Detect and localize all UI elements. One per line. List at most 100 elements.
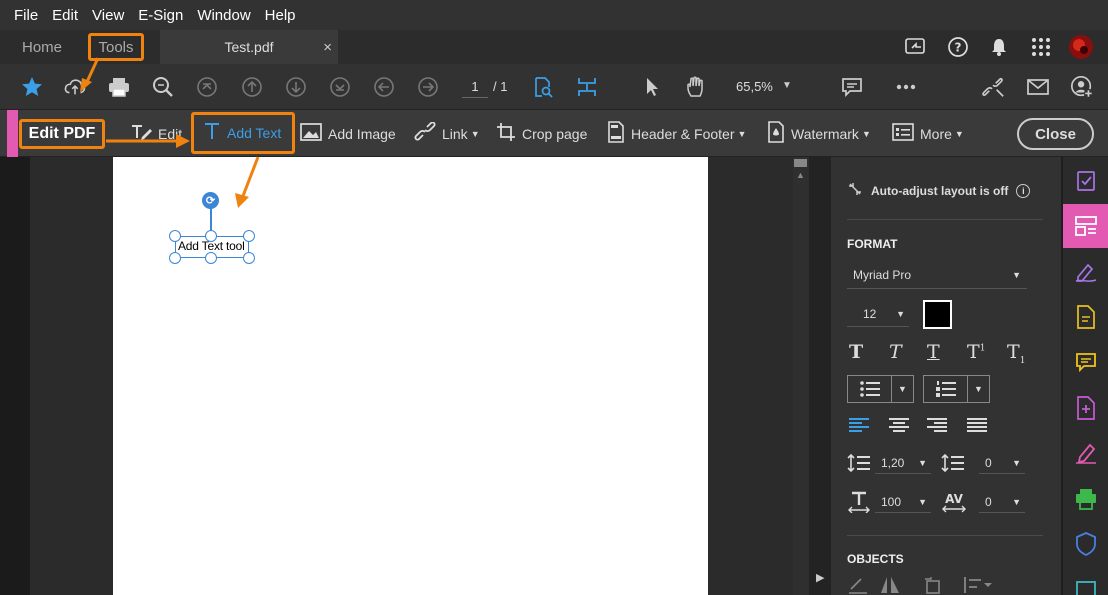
subscript-icon[interactable]: T1 — [1007, 341, 1025, 366]
add-image-button[interactable]: Add Image — [300, 120, 396, 148]
share-link-icon[interactable] — [981, 75, 1005, 99]
forward-view-icon[interactable] — [416, 75, 440, 99]
fill-and-sign-icon[interactable] — [1074, 441, 1098, 465]
scroll-up-icon[interactable]: ▲ — [796, 170, 805, 180]
fit-page-icon[interactable] — [575, 75, 599, 99]
comment-tool-icon[interactable] — [1074, 350, 1098, 374]
auto-adjust-row[interactable]: Auto-adjust layout is off i — [847, 181, 1031, 200]
collapse-panel-icon[interactable]: ▶ — [816, 571, 824, 584]
apps-grid-icon[interactable] — [1031, 30, 1051, 64]
vertical-scrollbar[interactable]: ▲ — [793, 157, 809, 595]
sign-pen-icon[interactable] — [1074, 259, 1098, 283]
export-pdf-icon[interactable] — [1074, 305, 1098, 329]
more-button[interactable]: More ▼ — [892, 120, 964, 148]
next-page-icon[interactable] — [284, 75, 308, 99]
more-options-icon[interactable] — [894, 75, 918, 99]
align-justify-icon[interactable] — [967, 417, 987, 438]
print-production-icon[interactable] — [1074, 487, 1098, 511]
close-tab-icon[interactable]: × — [323, 39, 332, 56]
back-view-icon[interactable] — [372, 75, 396, 99]
svg-text:?: ? — [955, 41, 962, 55]
comment-icon[interactable] — [840, 75, 864, 99]
zoom-value[interactable]: 65,5% — [736, 79, 773, 94]
cloud-upload-icon[interactable] — [63, 75, 87, 99]
avatar[interactable] — [1068, 30, 1094, 64]
select-cursor-icon[interactable] — [640, 75, 664, 99]
tab-tools[interactable]: Tools — [88, 33, 144, 61]
help-icon[interactable]: ? — [947, 30, 969, 64]
edit-pdf-title: Edit PDF — [19, 119, 105, 149]
fill-sign-checklist-icon[interactable] — [1074, 169, 1098, 193]
bullet-list-dropdown-icon[interactable]: ▼ — [892, 376, 913, 402]
panel-divider-objects — [847, 535, 1043, 536]
print-icon[interactable] — [107, 75, 131, 99]
find-page-icon[interactable] — [531, 75, 555, 99]
align-left-icon[interactable] — [849, 417, 869, 438]
menu-edit[interactable]: Edit — [52, 7, 78, 24]
zoom-dropdown-icon[interactable]: ▼ — [782, 80, 792, 91]
info-icon[interactable]: i — [1016, 183, 1031, 198]
menu-window[interactable]: Window — [197, 7, 250, 24]
scrollbar-thumb[interactable] — [794, 159, 807, 167]
last-page-icon[interactable] — [328, 75, 352, 99]
tab-home[interactable]: Home — [22, 30, 62, 64]
bell-icon[interactable] — [989, 30, 1009, 64]
resize-handle-top-right[interactable] — [243, 230, 255, 242]
underline-icon[interactable]: T — [927, 341, 940, 363]
menu-help[interactable]: Help — [265, 7, 296, 24]
add-text-button[interactable]: Add Text — [191, 112, 295, 154]
crop-icon — [496, 122, 516, 147]
email-icon[interactable] — [1026, 75, 1050, 99]
hand-tool-icon[interactable] — [684, 75, 708, 99]
font-family-select[interactable]: Myriad Pro ▼ — [847, 261, 1027, 289]
menu-esign[interactable]: E-Sign — [138, 7, 183, 24]
paragraph-spacing-select[interactable]: 0 ▼ — [979, 452, 1025, 474]
font-size-select[interactable]: 12 ▼ — [847, 301, 909, 327]
more-tools-icon[interactable] — [1074, 577, 1098, 595]
first-page-icon[interactable] — [195, 75, 219, 99]
align-center-icon[interactable] — [889, 417, 909, 438]
close-button[interactable]: Close — [1017, 118, 1094, 150]
numbered-list-dropdown-icon[interactable]: ▼ — [968, 376, 989, 402]
bold-icon[interactable]: T — [849, 341, 863, 363]
link-button[interactable]: Link ▼ — [414, 120, 480, 148]
right-tools-bar — [1062, 157, 1108, 595]
edit-pdf-tool-icon[interactable] — [1074, 214, 1098, 238]
resize-handle-top-left[interactable] — [169, 230, 181, 242]
watermark-button[interactable]: Watermark ▼ — [767, 120, 871, 148]
menu-file[interactable]: File — [14, 7, 38, 24]
menu-view[interactable]: View — [92, 7, 124, 24]
superscript-icon[interactable]: T1 — [967, 341, 985, 363]
header-footer-caret-icon: ▼ — [737, 129, 747, 139]
crop-page-button[interactable]: Crop page — [496, 120, 587, 148]
pdf-page[interactable] — [113, 157, 708, 595]
resize-handle-bottom-right[interactable] — [243, 252, 255, 264]
more-list-icon — [892, 122, 914, 146]
numbered-list-control[interactable]: ▼ — [923, 375, 990, 403]
zoom-search-icon[interactable] — [151, 75, 175, 99]
tab-document[interactable]: Test.pdf × — [160, 30, 338, 64]
previous-page-icon[interactable] — [240, 75, 264, 99]
horizontal-scale-select[interactable]: 100 ▼ — [875, 491, 931, 513]
character-spacing-select[interactable]: 0 ▼ — [979, 491, 1025, 513]
align-right-icon[interactable] — [927, 417, 947, 438]
rotate-handle-icon[interactable]: ⟳ — [202, 192, 219, 209]
line-spacing-select[interactable]: 1,20 ▼ — [875, 452, 931, 474]
link-label: Link — [442, 126, 468, 142]
italic-icon[interactable]: T — [889, 341, 902, 363]
resize-handle-bottom[interactable] — [205, 252, 217, 264]
star-icon[interactable] — [20, 75, 44, 99]
create-pdf-icon[interactable] — [1074, 396, 1098, 420]
share-screen-icon[interactable] — [904, 30, 928, 64]
resize-handle-top[interactable] — [205, 230, 217, 242]
header-footer-button[interactable]: Header & Footer ▼ — [607, 120, 746, 148]
text-color-swatch[interactable] — [923, 300, 952, 329]
bullet-list-icon[interactable] — [848, 376, 892, 402]
edit-tool-button[interactable]: Edit — [130, 120, 182, 148]
protect-shield-icon[interactable] — [1074, 532, 1098, 556]
resize-handle-bottom-left[interactable] — [169, 252, 181, 264]
page-number-input[interactable]: 1 — [462, 76, 488, 98]
numbered-list-icon[interactable] — [924, 376, 968, 402]
add-user-icon[interactable] — [1070, 75, 1094, 99]
bullet-list-control[interactable]: ▼ — [847, 375, 914, 403]
